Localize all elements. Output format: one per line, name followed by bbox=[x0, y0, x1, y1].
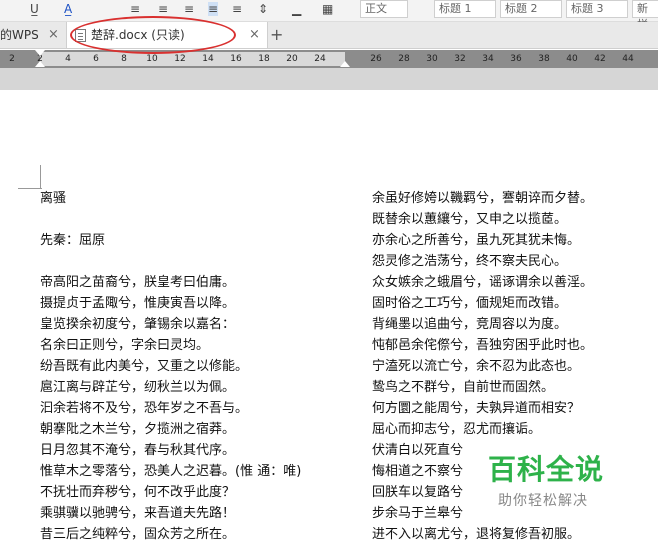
ruler-tick: 8 bbox=[121, 54, 127, 64]
first-line-indent-handle[interactable] bbox=[35, 50, 45, 56]
style-normal[interactable]: 正文 bbox=[360, 0, 408, 18]
tab-active-document[interactable]: 楚辞.docx (只读) × bbox=[66, 22, 268, 48]
poem-line: 背绳墨以追曲兮，竞周容以为度。 bbox=[372, 317, 568, 332]
poem-line: 众女嫉余之蛾眉兮，谣诼谓余以善淫。 bbox=[372, 275, 594, 290]
ruler-tick: 24 bbox=[314, 54, 326, 64]
poem-author: 先秦：屈原 bbox=[40, 233, 106, 248]
ruler-tick: 34 bbox=[482, 54, 494, 64]
align-right-icon[interactable]: ≡ bbox=[184, 2, 194, 16]
poem-line: 汩余若将不及兮，恐年岁之不吾与。 bbox=[40, 401, 249, 416]
poem-line: 纷吾既有此内美兮，又重之以修能。 bbox=[40, 359, 249, 374]
poem-line: 惟草木之零落兮，恐美人之迟暮。(惟 通：唯) bbox=[40, 464, 302, 479]
poem-line: 日月忽其不淹兮，春与秋其代序。 bbox=[40, 443, 236, 458]
poem-line: 乘骐骥以驰骋兮，来吾道夫先路！ bbox=[40, 506, 236, 521]
close-icon[interactable]: × bbox=[249, 22, 260, 48]
style-heading-3[interactable]: 标题 3 bbox=[566, 0, 628, 18]
tab-wps-label: 的WPS bbox=[0, 28, 39, 42]
watermark-subtitle: 助你轻松解决 bbox=[498, 493, 588, 509]
poem-line: 悔相道之不察兮 bbox=[372, 464, 464, 479]
align-left-icon[interactable]: ≡ bbox=[130, 2, 140, 16]
style-heading-1[interactable]: 标题 1 bbox=[434, 0, 496, 18]
style-heading-2[interactable]: 标题 2 bbox=[500, 0, 562, 18]
ruler-tick: 2 bbox=[9, 54, 15, 64]
document-icon bbox=[75, 29, 86, 42]
poem-line: 屈心而抑志兮，忍尤而攘诟。 bbox=[372, 422, 542, 437]
horizontal-ruler[interactable]: 2 2 4 6 8 10 12 14 16 18 20 24 26 28 30 … bbox=[0, 50, 658, 68]
margin-corner-mark bbox=[18, 188, 42, 189]
ruler-tick: 26 bbox=[370, 54, 382, 64]
distributed-align-icon[interactable]: ≡ bbox=[232, 2, 242, 16]
poem-line: 昔三后之纯粹兮，固众芳之所在。 bbox=[40, 527, 236, 542]
font-color-icon[interactable]: A̲ bbox=[64, 2, 72, 16]
poem-line: 扈江离与辟芷兮，纫秋兰以为佩。 bbox=[40, 380, 236, 395]
margin-corner-mark bbox=[40, 165, 41, 189]
document-tab-bar: 的WPS × 楚辞.docx (只读) × + bbox=[0, 22, 658, 49]
tab-wps[interactable]: 的WPS × bbox=[0, 22, 62, 48]
poem-line: 不抚壮而弃秽兮，何不改乎此度？ bbox=[40, 485, 236, 500]
ruler-tick: 42 bbox=[594, 54, 606, 64]
watermark-title: 百科全说 bbox=[488, 453, 605, 486]
poem-line: 步余马于兰皋兮 bbox=[372, 506, 464, 521]
page-gap bbox=[0, 68, 658, 90]
poem-line: 帝高阳之苗裔兮，朕皇考曰伯庸。 bbox=[40, 275, 236, 290]
ribbon-toolbar: U̲ A̲ ≡ ≡ ≡ ≡ ≡ ⇕ ▁ ▦ 正文 标题 1 标题 2 标题 3 … bbox=[0, 0, 658, 31]
poem-line: 何方圜之能周兮，夫孰异道而相安？ bbox=[372, 401, 581, 416]
ruler-tick: 12 bbox=[174, 54, 186, 64]
ruler-tick: 10 bbox=[146, 54, 158, 64]
align-center-icon[interactable]: ≡ bbox=[158, 2, 168, 16]
ruler-tick: 36 bbox=[510, 54, 522, 64]
poem-line: 名余曰正则兮，字余曰灵均。 bbox=[40, 338, 210, 353]
add-tab-icon[interactable]: + bbox=[270, 22, 283, 48]
ruler-tick: 20 bbox=[286, 54, 298, 64]
ruler-tick: 44 bbox=[622, 54, 634, 64]
style-new[interactable]: 新样 bbox=[632, 0, 658, 31]
poem-line: 怨灵修之浩荡兮，终不察夫民心。 bbox=[372, 254, 568, 269]
shading-icon[interactable]: ▁ bbox=[292, 2, 301, 16]
ruler-tick: 32 bbox=[454, 54, 466, 64]
poem-line: 固时俗之工巧兮，偭规矩而改错。 bbox=[372, 296, 568, 311]
left-indent-handle[interactable] bbox=[35, 61, 45, 67]
align-justify-icon[interactable]: ≡ bbox=[208, 2, 219, 16]
poem-title: 离骚 bbox=[40, 191, 67, 206]
close-icon[interactable]: × bbox=[48, 22, 59, 48]
poem-line: 亦余心之所善兮，虽九死其犹未悔。 bbox=[372, 233, 581, 248]
poem-line: 摄提贞于孟陬兮，惟庚寅吾以降。 bbox=[40, 296, 236, 311]
ruler-tick: 30 bbox=[426, 54, 438, 64]
poem-line: 进不入以离尤兮，退将复修吾初服。 bbox=[372, 527, 581, 542]
poem-line: 回朕车以复路兮 bbox=[372, 485, 464, 500]
poem-line: 既替余以蕙纕兮，又申之以揽茝。 bbox=[372, 212, 568, 227]
underline-icon[interactable]: U̲ bbox=[30, 2, 39, 16]
ruler-tick: 28 bbox=[398, 54, 410, 64]
poem-line: 皇览揆余初度兮，肇锡余以嘉名： bbox=[40, 317, 236, 332]
watermark: 百科全说 助你轻松解决 bbox=[478, 448, 636, 522]
ruler-tick: 16 bbox=[230, 54, 242, 64]
poem-line: 宁溘死以流亡兮，余不忍为此态也。 bbox=[372, 359, 581, 374]
borders-icon[interactable]: ▦ bbox=[322, 2, 333, 16]
poem-line: 忳郁邑余侘傺兮，吾独穷困乎此时也。 bbox=[372, 338, 594, 353]
tab-active-label: 楚辞.docx (只读) bbox=[91, 28, 185, 42]
poem-line: 伏清白以死直兮 bbox=[372, 443, 464, 458]
ruler-tick: 14 bbox=[202, 54, 214, 64]
ruler-tick: 38 bbox=[538, 54, 550, 64]
line-spacing-icon[interactable]: ⇕ bbox=[258, 2, 268, 16]
ruler-tick: 4 bbox=[65, 54, 71, 64]
ruler-tick: 40 bbox=[566, 54, 578, 64]
right-indent-handle[interactable] bbox=[340, 61, 350, 67]
poem-line: 朝搴阰之木兰兮，夕揽洲之宿莽。 bbox=[40, 422, 236, 437]
poem-line: 鸷鸟之不群兮，自前世而固然。 bbox=[372, 380, 555, 395]
ruler-tick: 6 bbox=[93, 54, 99, 64]
ruler-tick: 18 bbox=[258, 54, 270, 64]
poem-line: 余虽好修姱以鞿羁兮，謇朝谇而夕替。 bbox=[372, 191, 594, 206]
